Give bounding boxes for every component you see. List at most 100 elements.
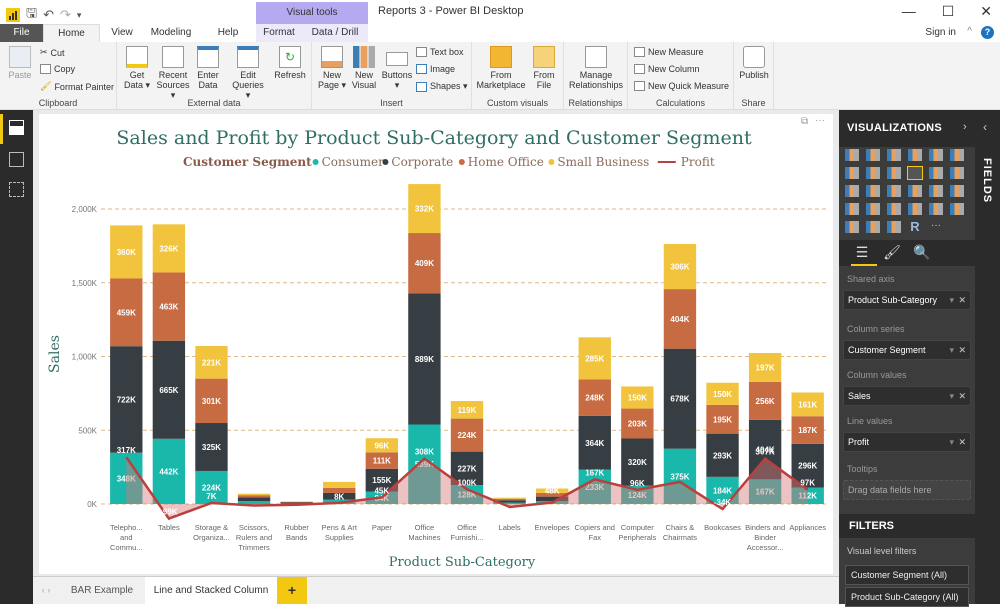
- dropdown-icon[interactable]: ▾: [949, 433, 954, 451]
- clustered-bar-icon[interactable]: [887, 149, 901, 161]
- new-visual-button[interactable]: New Visual: [350, 46, 378, 90]
- collapse-ribbon-icon[interactable]: ^: [967, 26, 972, 37]
- add-page-button[interactable]: +: [277, 577, 307, 604]
- dropdown-icon[interactable]: ▾: [949, 341, 954, 359]
- copy-button[interactable]: Copy: [40, 64, 75, 74]
- image-button[interactable]: Image: [416, 64, 455, 74]
- from-marketplace-button[interactable]: From Marketplace: [476, 46, 526, 90]
- tab-view[interactable]: View: [104, 24, 140, 42]
- dropdown-icon[interactable]: ▾: [949, 291, 954, 309]
- get-data-button[interactable]: Get Data ▾: [121, 46, 153, 90]
- tab-file[interactable]: File: [0, 24, 43, 42]
- funnel-icon[interactable]: [866, 203, 880, 215]
- stacked-column-icon[interactable]: [866, 149, 880, 161]
- r-visual-icon[interactable]: R: [908, 221, 922, 233]
- line-clustered-column-icon[interactable]: [929, 167, 943, 179]
- buttons-button[interactable]: Buttons ▾: [380, 46, 414, 90]
- new-quick-measure-button[interactable]: New Quick Measure: [634, 81, 729, 91]
- refresh-button[interactable]: ↻Refresh: [273, 46, 307, 80]
- waterfall-icon[interactable]: [845, 185, 859, 197]
- remove-field-icon[interactable]: ✕: [958, 433, 966, 451]
- matrix-icon[interactable]: [887, 221, 901, 233]
- well-field-shared-axis[interactable]: Product Sub-Category▾✕: [843, 290, 971, 310]
- tooltips-drop-zone[interactable]: Drag data fields here: [843, 480, 971, 500]
- minimize-icon[interactable]: —: [902, 3, 916, 20]
- multi-row-card-icon[interactable]: [929, 203, 943, 215]
- tab-help[interactable]: Help: [210, 24, 246, 42]
- analytics-tab-icon[interactable]: 🔍: [913, 244, 931, 262]
- 100-stacked-bar-icon[interactable]: [929, 149, 943, 161]
- undo-icon[interactable]: ↶: [43, 7, 54, 23]
- text-box-button[interactable]: Text box: [416, 47, 464, 57]
- stacked-area-icon[interactable]: [887, 167, 901, 179]
- report-view-icon[interactable]: [9, 120, 24, 135]
- data-view-icon[interactable]: [9, 152, 24, 167]
- focus-mode-icon[interactable]: ⧉: [801, 116, 808, 127]
- publish-button[interactable]: Publish: [736, 46, 772, 80]
- manage-relationships-button[interactable]: Manage Relationships: [566, 46, 626, 90]
- clustered-column-icon[interactable]: [908, 149, 922, 161]
- pie-chart-icon[interactable]: [887, 185, 901, 197]
- slicer-icon[interactable]: [845, 221, 859, 233]
- remove-field-icon[interactable]: ✕: [958, 341, 966, 359]
- relationships-view-icon[interactable]: [9, 182, 24, 197]
- more-options-icon[interactable]: ···: [815, 115, 825, 126]
- help-icon[interactable]: ?: [981, 26, 994, 39]
- scatter-icon[interactable]: [866, 185, 880, 197]
- well-field-line-values[interactable]: Profit▾✕: [843, 432, 971, 452]
- area-chart-icon[interactable]: [866, 167, 880, 179]
- ribbon-chart-icon[interactable]: [950, 167, 964, 179]
- stacked-bar-icon[interactable]: [845, 149, 859, 161]
- filter-product-sub-category[interactable]: Product Sub-Category (All): [845, 587, 969, 607]
- from-marketplace-label: From Marketplace: [476, 70, 525, 90]
- tab-modeling[interactable]: Modeling: [146, 24, 196, 42]
- maximize-icon[interactable]: ☐: [942, 3, 955, 20]
- format-tab-icon[interactable]: 🖌: [883, 244, 901, 262]
- edit-queries-button[interactable]: Edit Queries ▾: [229, 46, 267, 100]
- filled-map-icon[interactable]: [845, 203, 859, 215]
- shapes-button[interactable]: Shapes ▾: [416, 81, 468, 92]
- treemap-icon[interactable]: [929, 185, 943, 197]
- redo-icon[interactable]: ↷: [60, 7, 71, 23]
- save-icon[interactable]: 🖫: [26, 4, 37, 26]
- kpi-icon[interactable]: [950, 203, 964, 215]
- more-visuals-icon[interactable]: ···: [929, 221, 943, 233]
- tab-home[interactable]: Home: [43, 24, 100, 42]
- sign-in-link[interactable]: Sign in: [925, 27, 956, 38]
- remove-field-icon[interactable]: ✕: [958, 291, 966, 309]
- line-stacked-column-visual[interactable]: Sales and Profit by Product Sub-Category…: [39, 114, 833, 574]
- tab-format[interactable]: Format: [256, 24, 302, 42]
- line-stacked-column-icon[interactable]: [908, 167, 922, 179]
- line-chart-icon[interactable]: [845, 167, 859, 179]
- collapse-pane-icon[interactable]: ›: [963, 121, 967, 133]
- remove-field-icon[interactable]: ✕: [958, 387, 966, 405]
- card-icon[interactable]: [908, 203, 922, 215]
- customize-toolbar-icon[interactable]: ▾: [77, 10, 82, 21]
- from-file-button[interactable]: From File: [528, 46, 560, 90]
- close-icon[interactable]: ✕: [980, 3, 992, 20]
- dropdown-icon[interactable]: ▾: [949, 387, 954, 405]
- map-icon[interactable]: [950, 185, 964, 197]
- recent-sources-button[interactable]: Recent Sources ▾: [155, 46, 191, 100]
- paste-button[interactable]: Paste: [6, 46, 34, 80]
- new-measure-button[interactable]: New Measure: [634, 47, 704, 57]
- tab-data-drill[interactable]: Data / Drill: [302, 24, 368, 42]
- gauge-icon[interactable]: [887, 203, 901, 215]
- enter-data-button[interactable]: Enter Data: [193, 46, 223, 90]
- fields-tab-icon[interactable]: ☰: [853, 244, 871, 262]
- well-field-column-series[interactable]: Customer Segment▾✕: [843, 340, 971, 360]
- 100-stacked-column-icon[interactable]: [950, 149, 964, 161]
- page-tab-bar-example[interactable]: BAR Example: [59, 577, 145, 604]
- format-painter-button[interactable]: 🖌Format Painter: [40, 81, 114, 92]
- cut-button[interactable]: ✂Cut: [40, 47, 65, 58]
- filter-customer-segment[interactable]: Customer Segment (All): [845, 565, 969, 585]
- fields-pane[interactable]: ‹ FIELDS: [975, 110, 1000, 604]
- new-page-button[interactable]: New Page ▾: [316, 46, 348, 90]
- new-column-button[interactable]: New Column: [634, 64, 700, 74]
- table-icon[interactable]: [866, 221, 880, 233]
- page-nav-arrows[interactable]: ‹ ›: [35, 577, 57, 604]
- expand-fields-icon[interactable]: ‹: [983, 120, 987, 134]
- well-field-column-values[interactable]: Sales▾✕: [843, 386, 971, 406]
- donut-chart-icon[interactable]: [908, 185, 922, 197]
- page-tab-line-stacked-column[interactable]: Line and Stacked Column: [145, 577, 277, 604]
